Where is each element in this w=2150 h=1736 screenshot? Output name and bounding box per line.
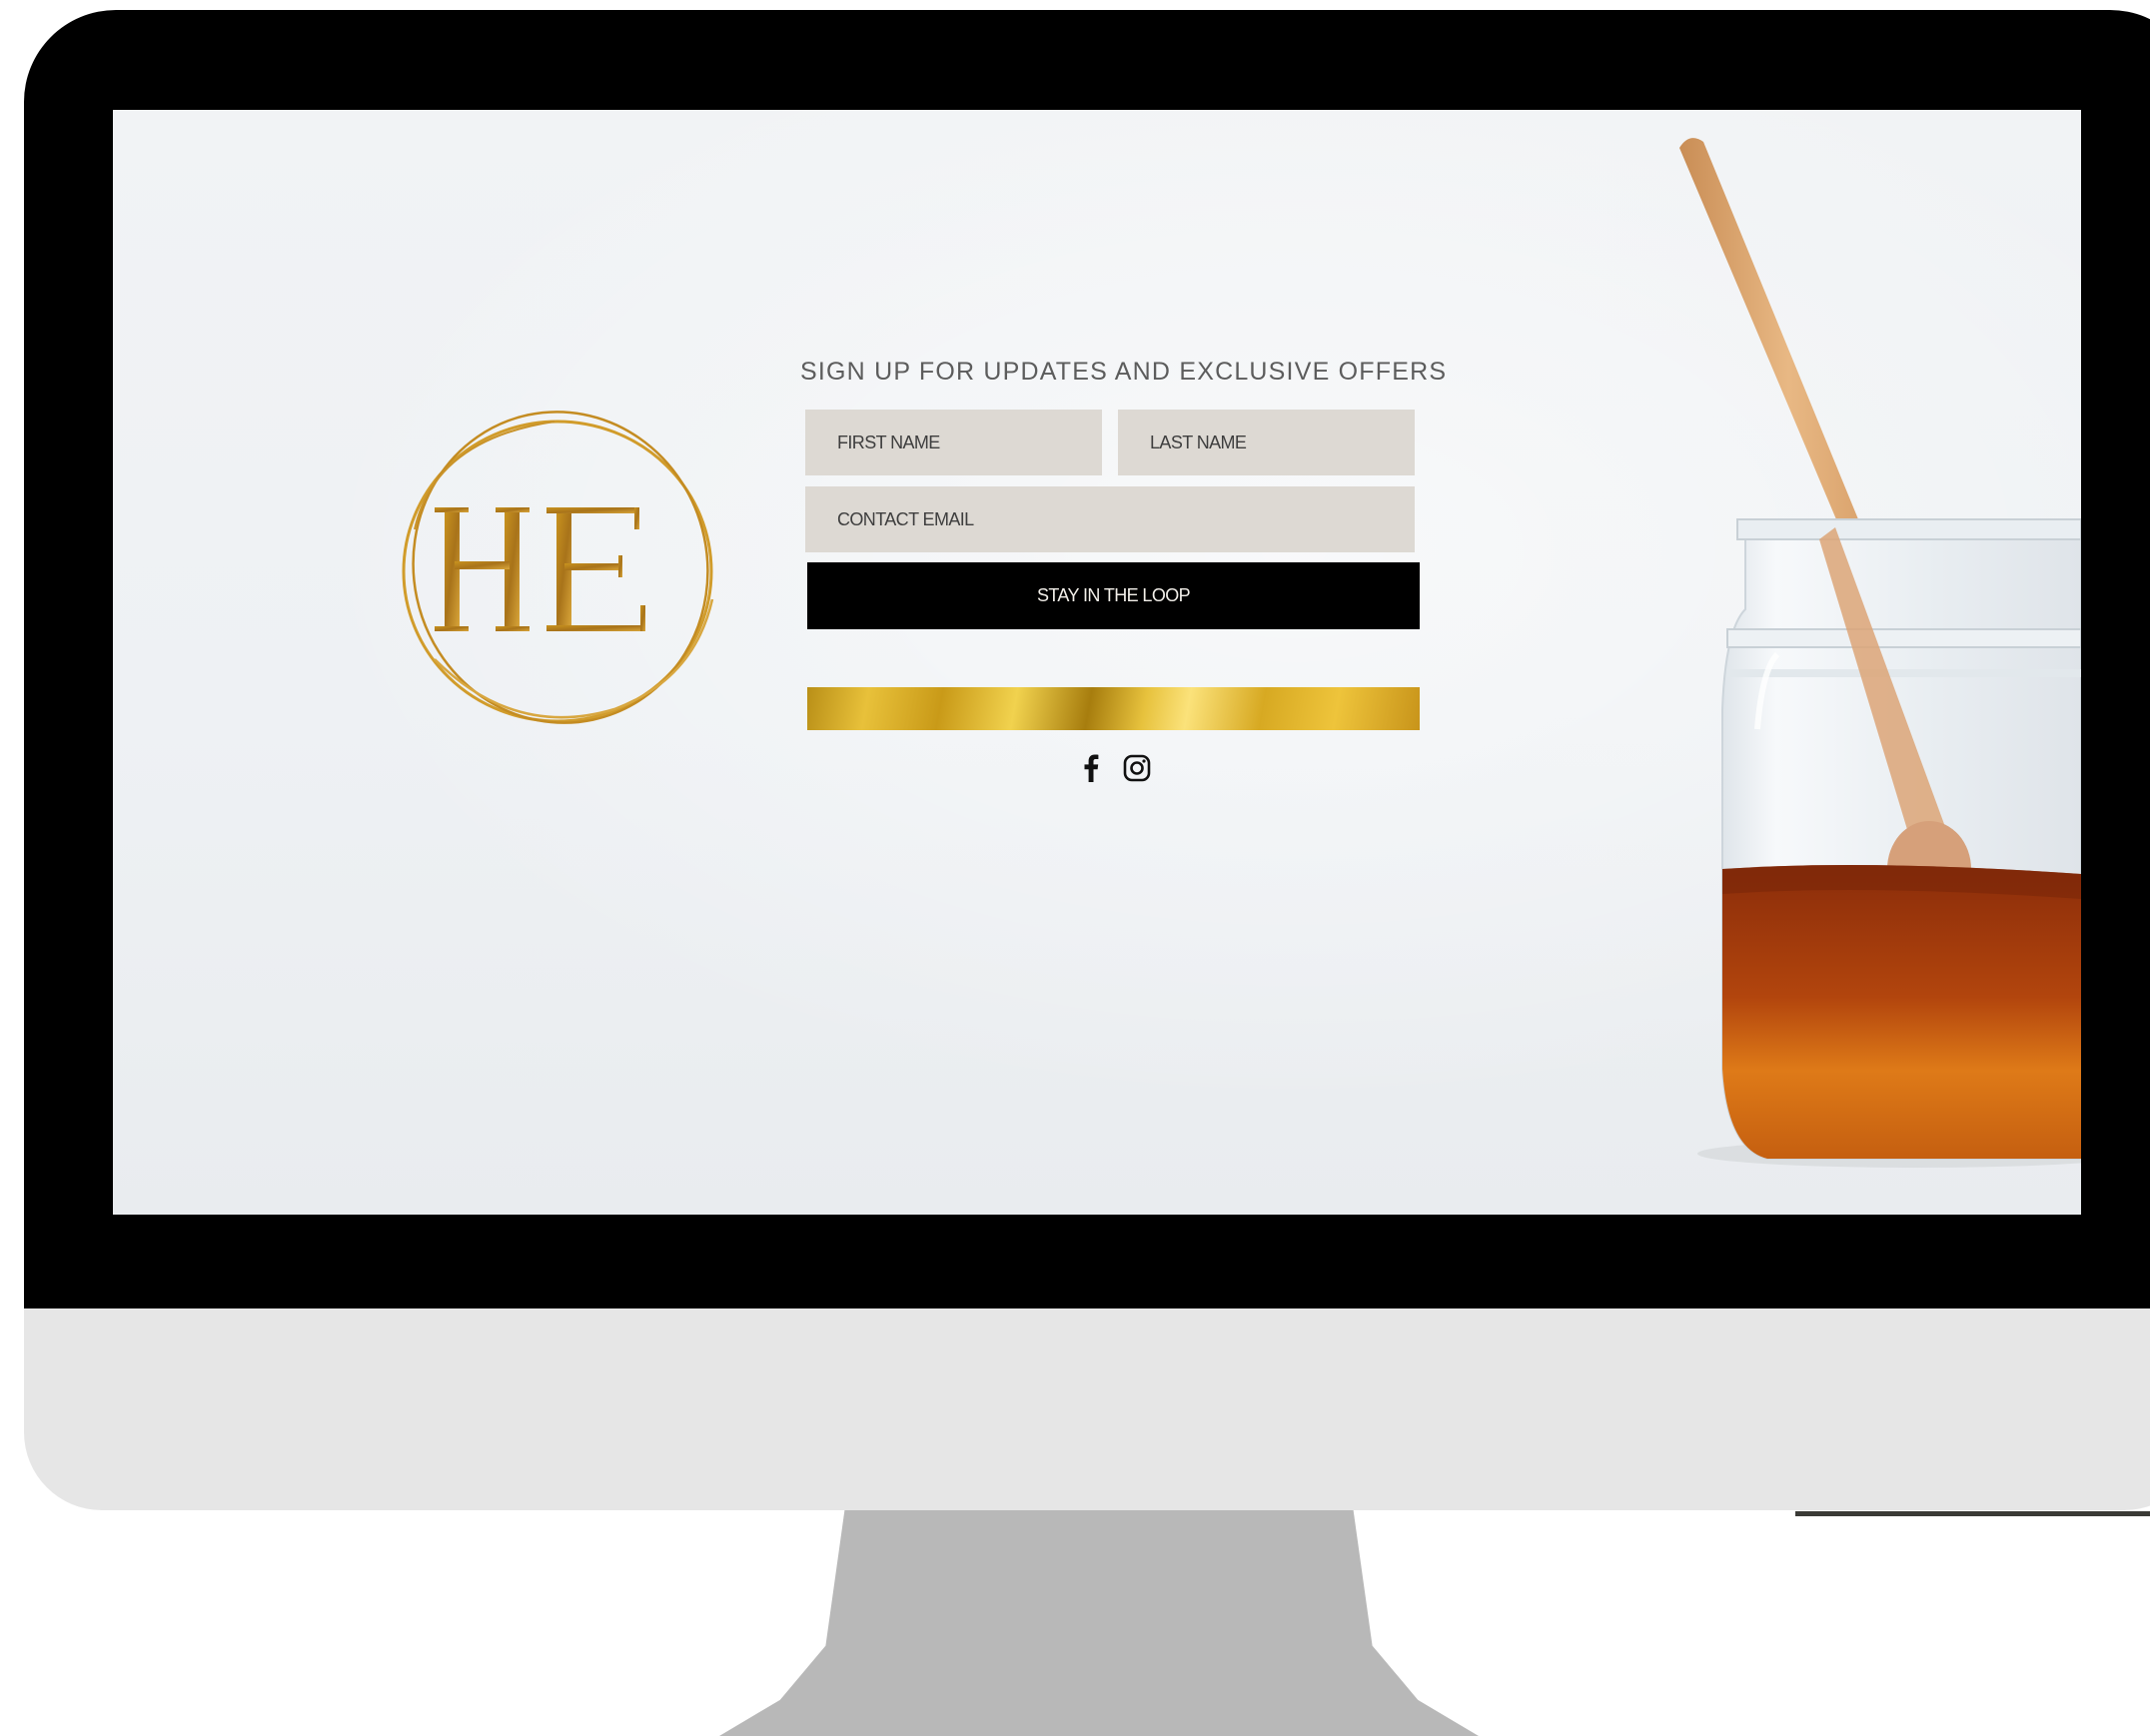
monitor-stand — [719, 1510, 1479, 1736]
monitor-chin — [24, 1308, 2150, 1510]
stay-in-the-loop-button[interactable]: STAY IN THE LOOP — [807, 562, 1420, 629]
first-name-input[interactable]: FIRST NAME — [805, 410, 1102, 475]
gold-divider — [807, 687, 1420, 730]
device-mockup: HE SIGN UP FOR UPDATES AND EXCLUSIVE OFF… — [0, 0, 2150, 1736]
honey-jar-image — [1667, 110, 2081, 1215]
brand-logo: HE — [395, 410, 720, 733]
he-monogram-icon: HE — [402, 411, 714, 724]
website-screen: HE SIGN UP FOR UPDATES AND EXCLUSIVE OFF… — [113, 110, 2081, 1215]
instagram-icon[interactable] — [1121, 752, 1153, 784]
chin-divider — [1795, 1511, 2150, 1516]
email-input[interactable]: CONTACT EMAIL — [805, 486, 1415, 552]
facebook-icon[interactable] — [1075, 752, 1107, 784]
social-links — [1074, 751, 1154, 785]
last-name-input[interactable]: LAST NAME — [1118, 410, 1415, 475]
signup-heading: SIGN UP FOR UPDATES AND EXCLUSIVE OFFERS — [800, 358, 1448, 386]
